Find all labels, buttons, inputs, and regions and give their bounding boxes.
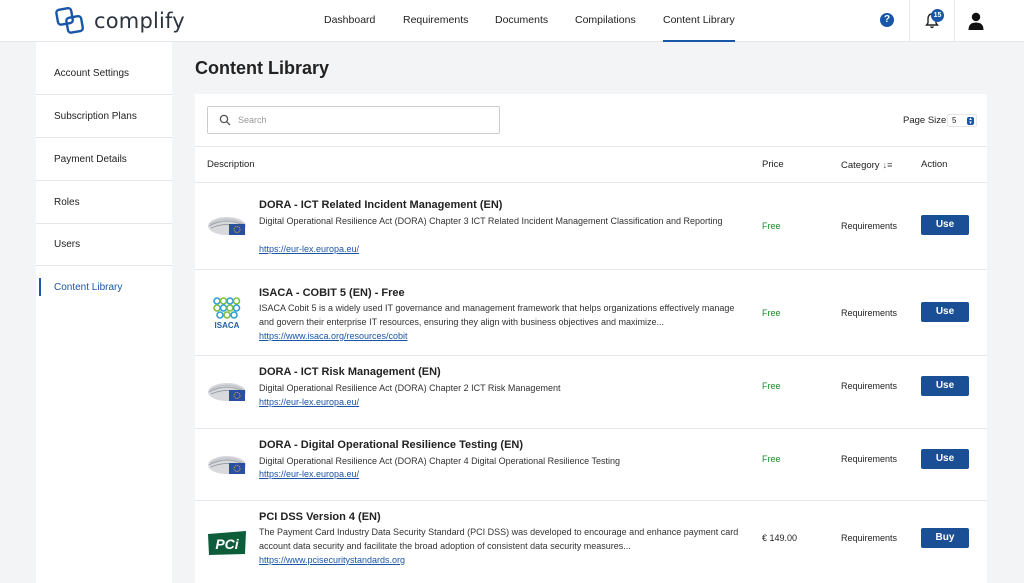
- row-category: Requirements: [841, 454, 898, 464]
- row-description: Digital Operational Resilience Act (DORA…: [259, 383, 561, 393]
- search-icon: [219, 114, 231, 126]
- question-icon[interactable]: ?: [880, 13, 894, 27]
- column-header-category-label: Category: [841, 160, 880, 171]
- nav-requirements[interactable]: Requirements: [403, 0, 468, 42]
- chevron-updown-icon: ▴ ▾: [967, 117, 974, 126]
- row-description: Digital Operational Resilience Act (DORA…: [259, 216, 723, 226]
- row-price: Free: [762, 308, 781, 318]
- page-size-value: 5: [952, 116, 957, 125]
- row-description: The Payment Card Industry Data Security …: [259, 527, 739, 551]
- row-link[interactable]: https://eur-lex.europa.eu/: [259, 469, 359, 479]
- nav-documents[interactable]: Documents: [495, 0, 548, 42]
- eu-parliament-logo: [208, 456, 246, 474]
- settings-sidebar: Account Settings Subscription Plans Paym…: [36, 42, 172, 583]
- nav-content-library[interactable]: Content Library: [663, 0, 735, 42]
- table-row: DORA - ICT Related Incident Management (…: [195, 183, 987, 270]
- search-input[interactable]: [238, 111, 488, 129]
- table-row: DORA - Digital Operational Resilience Te…: [195, 429, 987, 501]
- isaca-logo: ISACA: [213, 297, 241, 330]
- content-library-card: Page Size 5 ▴▾ Description Price Categor…: [195, 94, 987, 583]
- row-description: ISACA Cobit 5 is a widely used IT govern…: [259, 303, 735, 327]
- sidebar-item-users[interactable]: Users: [36, 223, 172, 266]
- row-title: DORA - ICT Risk Management (EN): [259, 366, 441, 378]
- table-header: Description Price Category ↓≡ Action: [195, 146, 987, 183]
- column-header-price: Price: [762, 159, 784, 170]
- use-button[interactable]: Use: [921, 376, 969, 396]
- row-category: Requirements: [841, 533, 898, 543]
- row-category: Requirements: [841, 381, 898, 391]
- top-navbar: complify Dashboard Requirements Document…: [0, 0, 1024, 42]
- table-row: DORA - ICT Risk Management (EN) Digital …: [195, 356, 987, 429]
- use-button[interactable]: Use: [921, 449, 969, 469]
- row-title: DORA - Digital Operational Resilience Te…: [259, 439, 524, 451]
- nav-compilations[interactable]: Compilations: [575, 0, 636, 42]
- sidebar-item-payment-details[interactable]: Payment Details: [36, 138, 172, 181]
- table-row: ISACA ISACA - COBIT 5 (EN) - Free ISACA …: [195, 270, 987, 356]
- column-header-category[interactable]: Category ↓≡: [841, 147, 892, 184]
- row-link[interactable]: https://www.isaca.org/resources/cobit: [259, 331, 408, 341]
- eu-parliament-logo: [208, 217, 246, 235]
- row-price: € 149.00: [762, 533, 798, 543]
- notification-badge: 15: [931, 9, 944, 22]
- row-price: Free: [762, 454, 781, 464]
- pci-logo-text: PCi: [215, 536, 239, 552]
- table-row: PCi PCI DSS Version 4 (EN) The Payment C…: [195, 501, 987, 583]
- row-title: PCI DSS Version 4 (EN): [259, 511, 381, 523]
- header-divider: [909, 0, 910, 42]
- header-divider: [954, 0, 955, 42]
- row-price: Free: [762, 221, 781, 231]
- svg-text:ISACA: ISACA: [215, 321, 240, 330]
- page-title: Content Library: [195, 58, 330, 78]
- row-title: DORA - ICT Related Incident Management (…: [259, 199, 503, 211]
- nav-dashboard[interactable]: Dashboard: [324, 0, 375, 42]
- use-button[interactable]: Use: [921, 215, 969, 235]
- row-price: Free: [762, 381, 781, 391]
- page-size-label: Page Size: [903, 115, 947, 126]
- use-button[interactable]: Use: [921, 302, 969, 322]
- column-header-action: Action: [921, 159, 948, 170]
- eu-parliament-logo: [208, 383, 246, 401]
- sidebar-item-content-library[interactable]: Content Library: [36, 266, 172, 309]
- complify-logo-icon: [55, 6, 84, 34]
- row-category: Requirements: [841, 221, 898, 231]
- search-box[interactable]: [207, 106, 500, 134]
- app-name: complify: [94, 9, 185, 33]
- row-link[interactable]: https://eur-lex.europa.eu/: [259, 244, 359, 254]
- column-header-description: Description: [207, 159, 255, 170]
- row-title: ISACA - COBIT 5 (EN) - Free: [259, 287, 405, 299]
- buy-button[interactable]: Buy: [921, 528, 969, 548]
- sidebar-item-account-settings[interactable]: Account Settings: [36, 52, 172, 95]
- sidebar-item-subscription-plans[interactable]: Subscription Plans: [36, 95, 172, 138]
- complify-logo[interactable]: complify: [54, 4, 185, 38]
- row-link[interactable]: https://www.pcisecuritystandards.org: [259, 555, 405, 565]
- user-icon[interactable]: [966, 11, 986, 31]
- sort-icon[interactable]: ↓≡: [883, 147, 893, 183]
- sidebar-item-roles[interactable]: Roles: [36, 181, 172, 224]
- row-link[interactable]: https://eur-lex.europa.eu/: [259, 397, 359, 407]
- row-description: Digital Operational Resilience Act (DORA…: [259, 456, 621, 466]
- row-category: Requirements: [841, 308, 898, 318]
- pci-logo: PCi: [208, 531, 246, 555]
- page-size-select[interactable]: 5 ▴ ▾: [947, 114, 977, 127]
